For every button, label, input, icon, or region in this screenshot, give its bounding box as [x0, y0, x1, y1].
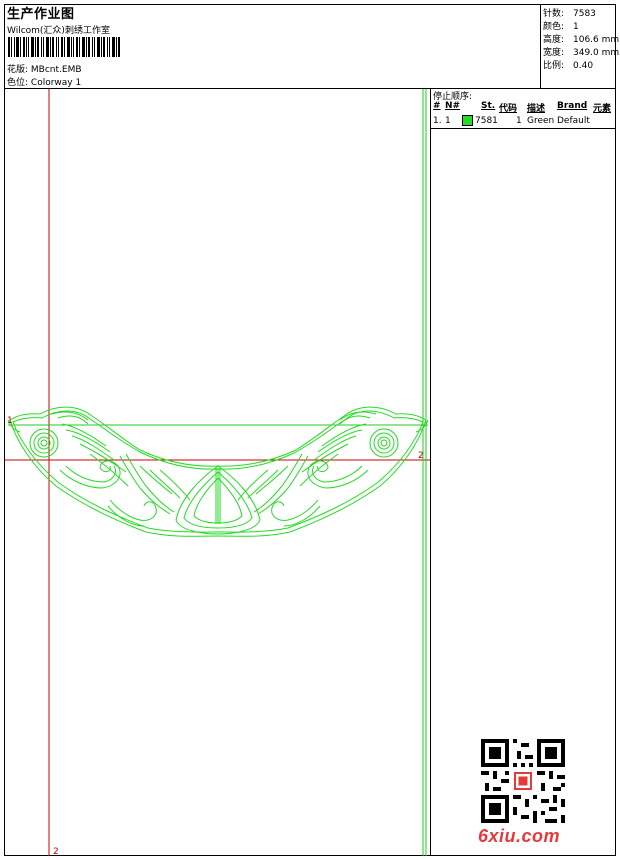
- ruler-marker-bottom: 2: [53, 847, 59, 857]
- embroidery-motif: [7, 406, 429, 537]
- ruler-marker-left: 1: [7, 416, 13, 426]
- watermark-logo: 6xiu.com: [478, 826, 561, 846]
- ruler-marker-right: 2: [418, 451, 424, 461]
- embroidery-preview: [5, 89, 430, 856]
- qr-code: [481, 739, 565, 823]
